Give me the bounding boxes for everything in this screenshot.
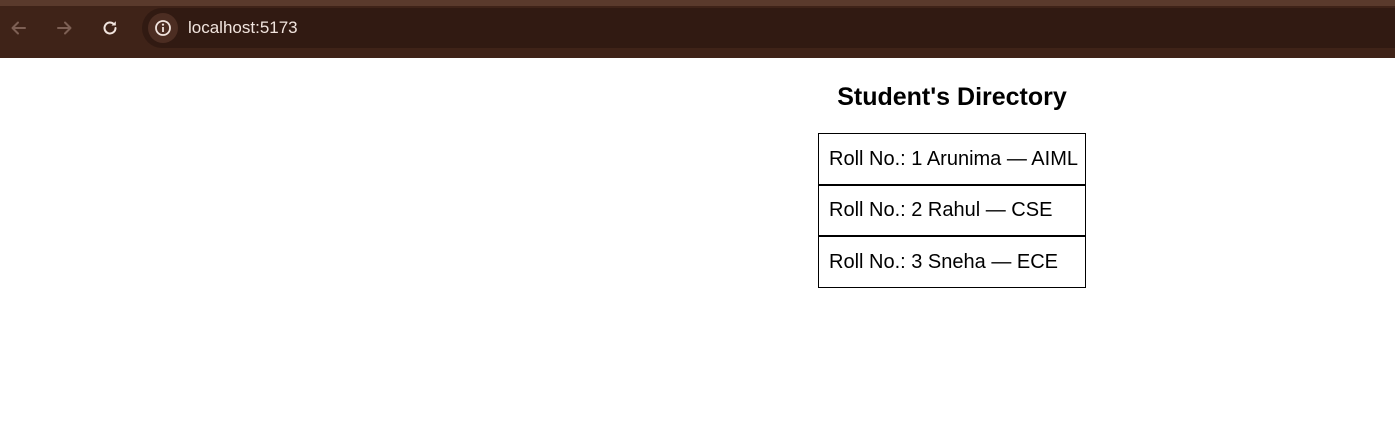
- student-directory: Student's Directory Roll No.: 1 Arunima …: [818, 80, 1086, 288]
- info-icon: [155, 20, 171, 36]
- page-title: Student's Directory: [837, 83, 1067, 111]
- site-info-button[interactable]: [148, 13, 178, 43]
- browser-toolbar: localhost:5173: [0, 0, 1395, 58]
- forward-button[interactable]: [50, 14, 78, 42]
- reload-button[interactable]: [96, 14, 124, 42]
- student-list-item: Roll No.: 3 Sneha — ECE: [818, 236, 1086, 288]
- arrow-left-icon: [11, 21, 26, 35]
- student-list-item: Roll No.: 2 Rahul — CSE: [818, 184, 1086, 237]
- student-list-item: Roll No.: 1 Arunima — AIML: [818, 133, 1086, 185]
- reload-icon: [103, 21, 117, 35]
- student-list: Roll No.: 1 Arunima — AIML Roll No.: 2 R…: [818, 133, 1086, 288]
- url-text[interactable]: localhost:5173: [188, 18, 298, 38]
- back-button[interactable]: [5, 14, 33, 42]
- arrow-right-icon: [57, 21, 72, 35]
- address-bar[interactable]: localhost:5173: [142, 8, 1395, 48]
